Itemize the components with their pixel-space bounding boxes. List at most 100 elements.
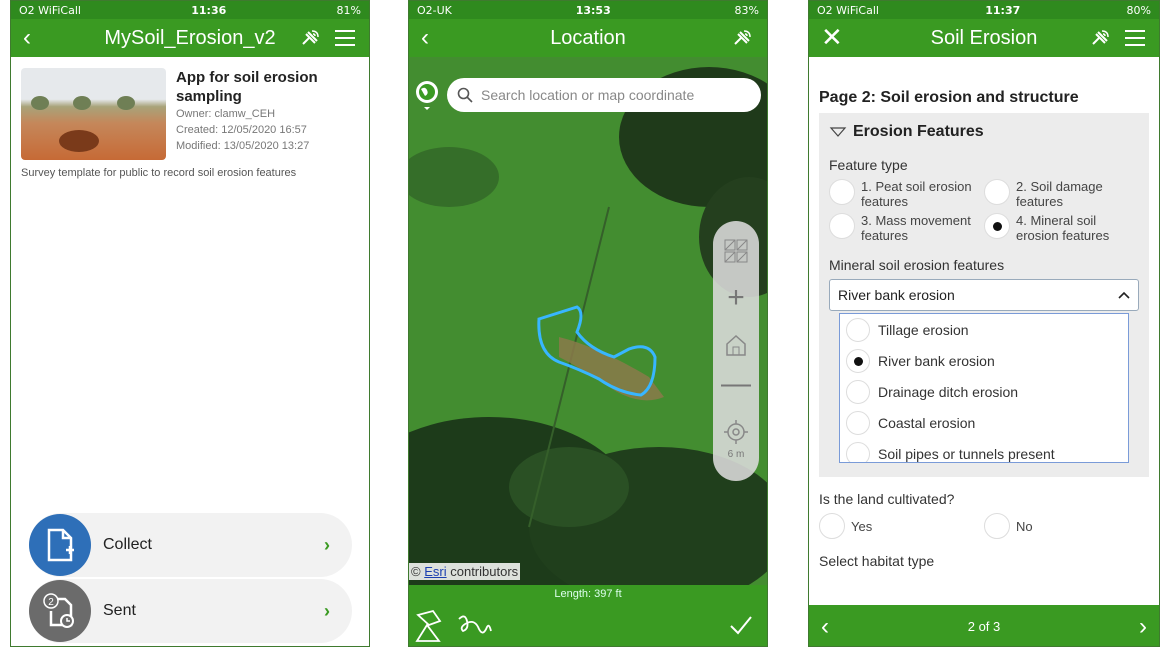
battery-label: 83% bbox=[734, 3, 759, 17]
cultivated-label: Is the land cultivated? bbox=[819, 491, 955, 507]
radio-button-selected[interactable] bbox=[984, 213, 1010, 239]
triangle-down-icon bbox=[829, 127, 847, 137]
radio-button[interactable] bbox=[829, 179, 855, 205]
checkmark-icon[interactable] bbox=[729, 615, 753, 635]
survey-home-screen: O2 WiFiCall 11:36 81% ‹ MySoil_Erosion_v… bbox=[10, 0, 370, 647]
radio-button bbox=[846, 379, 870, 404]
carrier-label: O2 WiFiCall bbox=[817, 3, 879, 17]
location-search-input[interactable]: Search location or map coordinate bbox=[447, 78, 761, 112]
feature-type-option[interactable]: 4. Mineral soil erosion features bbox=[984, 213, 1139, 243]
mineral-features-select[interactable]: River bank erosion bbox=[829, 279, 1139, 311]
search-row: Search location or map coordinate bbox=[415, 77, 761, 113]
freehand-draw-icon[interactable] bbox=[457, 613, 493, 639]
map-title: Location bbox=[550, 26, 626, 49]
collect-button[interactable]: Collect › bbox=[29, 513, 352, 577]
basemap-icon[interactable] bbox=[713, 239, 759, 268]
erosion-features-group: Erosion Features Feature type 1. Peat so… bbox=[819, 113, 1149, 477]
dropdown-option[interactable]: Soil pipes or tunnels present bbox=[840, 438, 1128, 462]
habitat-label: Select habitat type bbox=[819, 553, 935, 569]
form-body: Page 2: Soil erosion and structure Erosi… bbox=[809, 57, 1159, 605]
dropdown-option[interactable]: Tillage erosion bbox=[840, 314, 1128, 345]
dropdown-list: Tillage erosion River bank erosion Drain… bbox=[839, 313, 1129, 463]
chevron-right-icon[interactable]: › bbox=[1139, 613, 1147, 641]
survey-description: Survey template for public to record soi… bbox=[21, 167, 297, 179]
page-title: Page 2: Soil erosion and structure bbox=[819, 89, 1079, 106]
survey-title: App for soil erosion sampling bbox=[176, 69, 318, 105]
group-title: Erosion Features bbox=[853, 123, 984, 140]
cultivated-options: Yes No bbox=[819, 513, 1149, 539]
zoom-in-icon[interactable]: + bbox=[713, 283, 759, 313]
satellite-icon[interactable] bbox=[1089, 28, 1111, 53]
chevron-right-icon: › bbox=[324, 600, 330, 621]
cultivated-no-option[interactable]: No bbox=[984, 513, 1149, 539]
dropdown-option[interactable]: Coastal erosion bbox=[840, 407, 1128, 438]
length-readout: Length: 397 ft bbox=[409, 585, 767, 603]
gps-accuracy-label: 6 m bbox=[727, 449, 745, 460]
collect-label: Collect bbox=[103, 536, 152, 553]
app-header: ‹ MySoil_Erosion_v2 bbox=[11, 19, 369, 57]
survey-thumbnail bbox=[21, 68, 166, 160]
feature-type-options: 1. Peat soil erosion features 2. Soil da… bbox=[829, 179, 1139, 243]
map-controls: + — 6 m bbox=[713, 221, 759, 481]
survey-modified: Modified: 13/05/2020 13:27 bbox=[176, 140, 310, 152]
map-toolbar bbox=[409, 603, 767, 646]
sent-button[interactable]: 2 Sent › bbox=[29, 579, 352, 643]
form-header: ✕ Soil Erosion bbox=[809, 19, 1159, 57]
feature-type-label: Feature type bbox=[829, 157, 908, 173]
page-navigation: ‹ 2 of 3 › bbox=[809, 605, 1159, 646]
globe-icon[interactable] bbox=[415, 80, 439, 110]
dropdown-option[interactable]: Drainage ditch erosion bbox=[840, 376, 1128, 407]
dropdown-option[interactable]: River bank erosion bbox=[840, 345, 1128, 376]
chevron-left-icon[interactable]: ‹ bbox=[821, 613, 829, 641]
clock: 11:37 bbox=[985, 3, 1021, 17]
survey-info[interactable]: App for soil erosion sampling Owner: cla… bbox=[11, 57, 369, 171]
status-bar: O2-UK 13:53 83% bbox=[409, 1, 767, 19]
feature-type-option[interactable]: 3. Mass movement features bbox=[829, 213, 984, 243]
status-bar: O2 WiFiCall 11:36 81% bbox=[11, 1, 369, 19]
polygon-draw-icon[interactable] bbox=[415, 609, 447, 643]
soil-erosion-form-screen: O2 WiFiCall 11:37 80% ✕ Soil Erosion Pag… bbox=[808, 0, 1160, 647]
feature-type-option[interactable]: 2. Soil damage features bbox=[984, 179, 1139, 209]
radio-button[interactable] bbox=[984, 513, 1010, 539]
survey-created: Created: 12/05/2020 16:57 bbox=[176, 124, 307, 136]
zoom-out-icon[interactable]: — bbox=[713, 369, 759, 399]
search-placeholder: Search location or map coordinate bbox=[481, 87, 695, 103]
cultivated-yes-option[interactable]: Yes bbox=[819, 513, 984, 539]
chevron-right-icon: › bbox=[324, 534, 330, 555]
esri-link[interactable]: Esri bbox=[424, 564, 446, 579]
sent-count-badge: 2 bbox=[48, 597, 54, 608]
menu-icon[interactable] bbox=[335, 30, 355, 51]
carrier-label: O2-UK bbox=[417, 3, 452, 17]
feature-type-option[interactable]: 1. Peat soil erosion features bbox=[829, 179, 984, 209]
radio-button[interactable] bbox=[829, 213, 855, 239]
home-icon[interactable] bbox=[713, 333, 759, 362]
mineral-features-label: Mineral soil erosion features bbox=[829, 257, 1005, 273]
satellite-icon[interactable] bbox=[731, 28, 753, 53]
battery-label: 81% bbox=[336, 3, 361, 17]
map-header: ‹ Location bbox=[409, 19, 767, 57]
location-map-screen: O2-UK 13:53 83% ‹ Location Search locati… bbox=[408, 0, 768, 647]
satellite-icon[interactable] bbox=[299, 28, 321, 53]
status-bar: O2 WiFiCall 11:37 80% bbox=[809, 1, 1159, 19]
radio-button bbox=[846, 441, 870, 462]
clock: 13:53 bbox=[575, 3, 611, 17]
new-form-icon bbox=[29, 514, 91, 576]
radio-button-selected bbox=[846, 348, 870, 373]
menu-icon[interactable] bbox=[1125, 30, 1145, 51]
select-value: River bank erosion bbox=[838, 287, 955, 303]
chevron-up-icon bbox=[1118, 291, 1130, 299]
group-header[interactable]: Erosion Features bbox=[829, 119, 1139, 157]
survey-owner: Owner: clamw_CEH bbox=[176, 108, 276, 120]
battery-label: 80% bbox=[1126, 3, 1151, 17]
radio-button bbox=[846, 317, 870, 342]
radio-button[interactable] bbox=[984, 179, 1010, 205]
map-attribution: © Esri contributors bbox=[409, 563, 521, 580]
page-indicator: 2 of 3 bbox=[967, 619, 1001, 634]
sent-label: Sent bbox=[103, 602, 136, 619]
radio-button[interactable] bbox=[819, 513, 845, 539]
my-location-icon[interactable] bbox=[713, 419, 759, 450]
sent-forms-icon: 2 bbox=[29, 580, 91, 642]
radio-button bbox=[846, 410, 870, 435]
carrier-label: O2 WiFiCall bbox=[19, 3, 81, 17]
clock: 11:36 bbox=[191, 3, 227, 17]
